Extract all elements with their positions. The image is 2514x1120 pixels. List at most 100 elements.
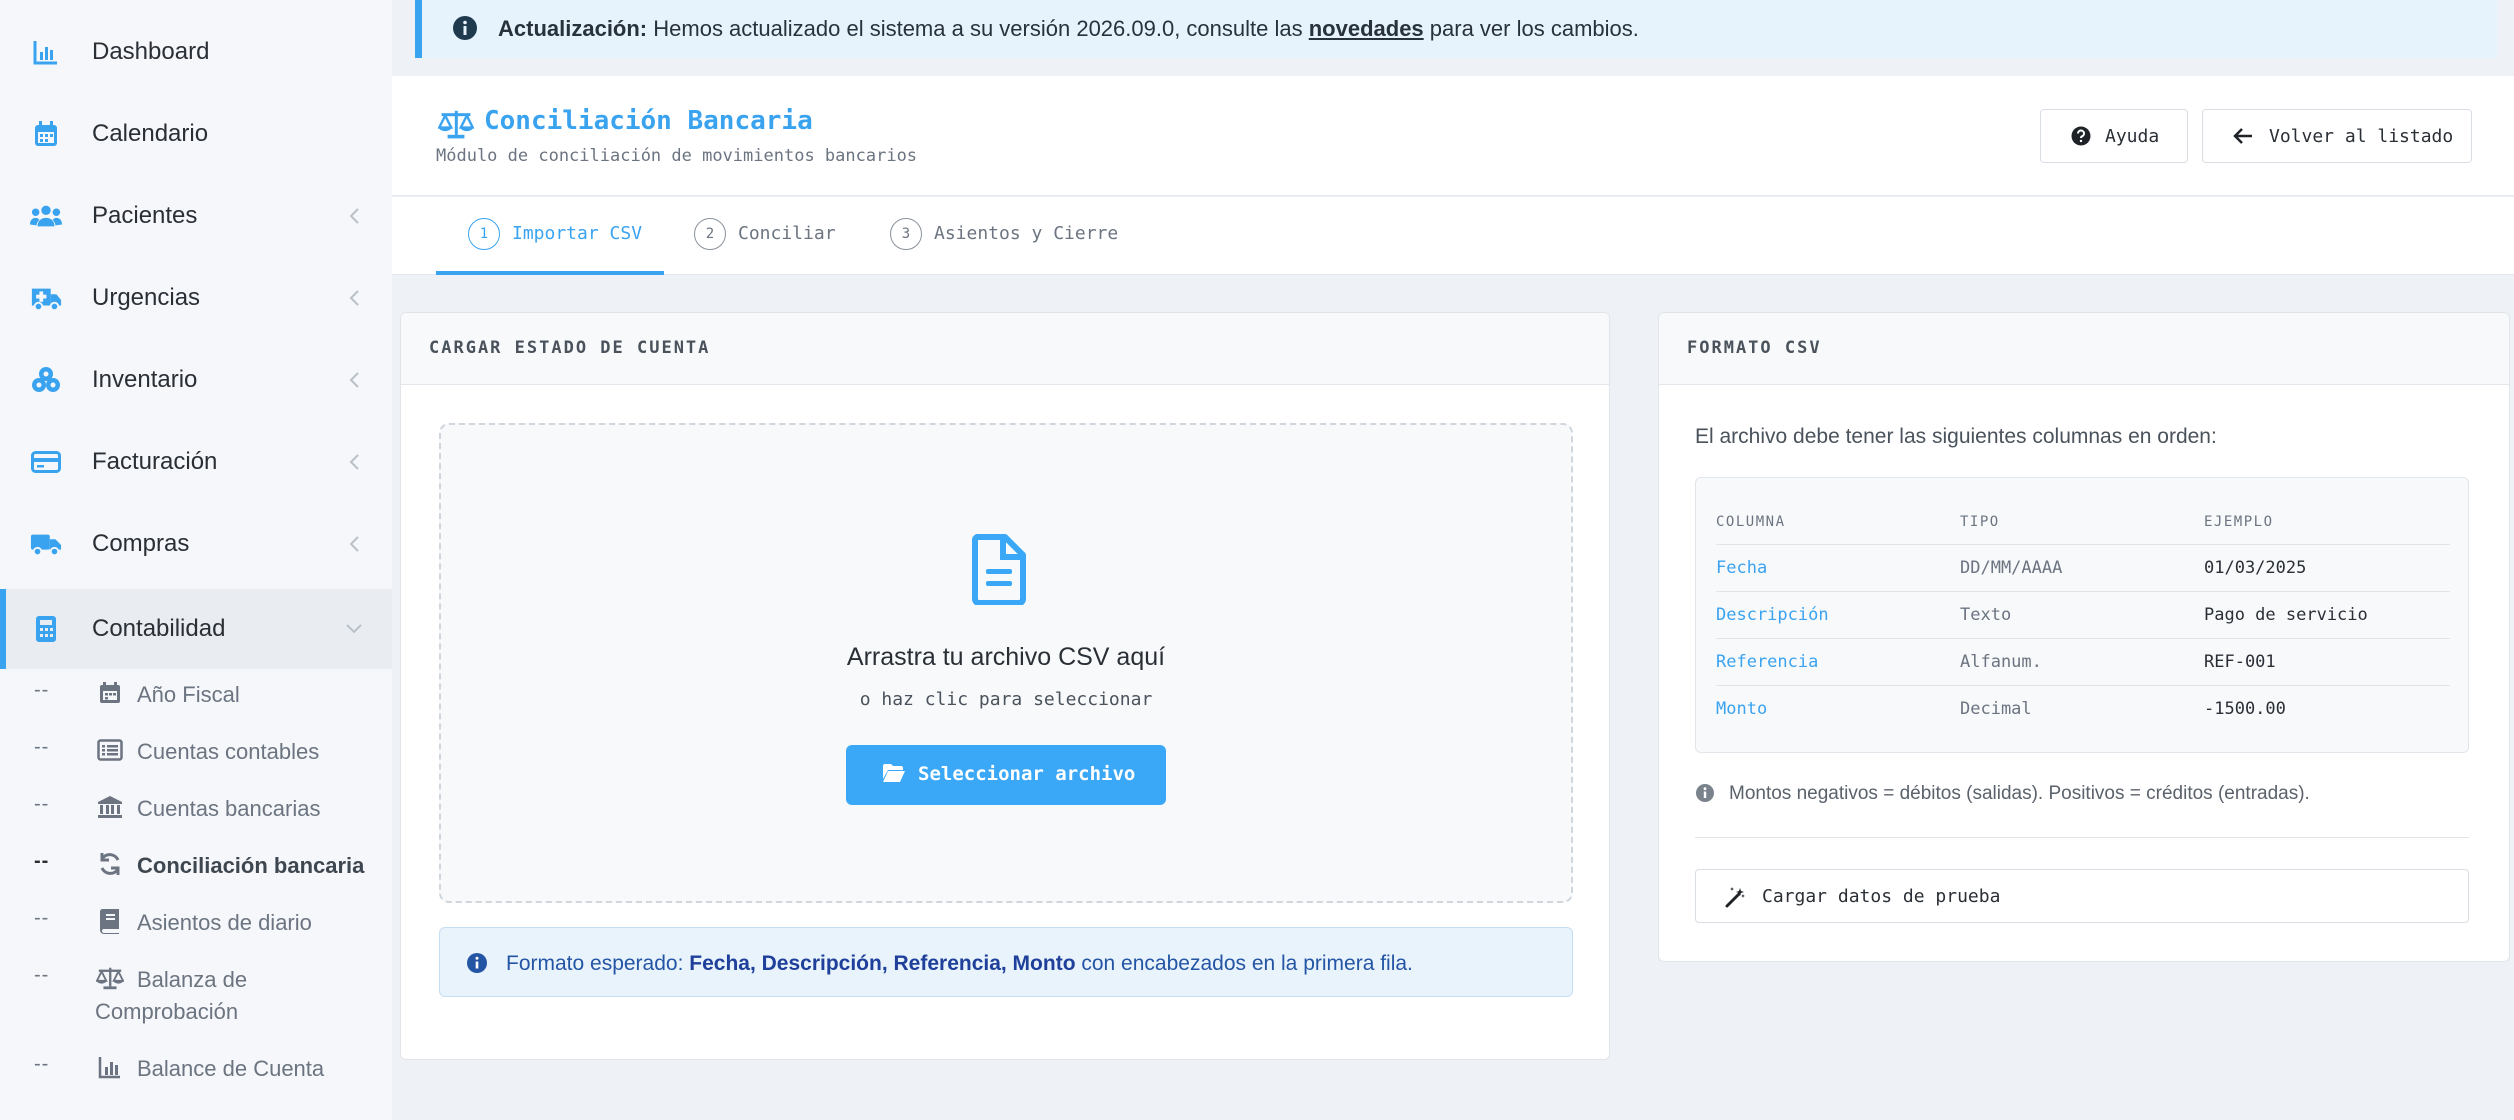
- tab-label: Asientos y Cierre: [934, 223, 1119, 244]
- question-circle-icon: [2069, 124, 2093, 148]
- tab-conciliar[interactable]: 2 Conciliar: [694, 197, 854, 275]
- sidebar-item-facturacion[interactable]: Facturación: [0, 421, 392, 503]
- tab-label: Importar CSV: [512, 223, 643, 244]
- sidebar-item-compras[interactable]: Compras: [0, 503, 392, 585]
- sidebar-item-label: Urgencias: [92, 284, 201, 311]
- balance-scale-icon: [96, 964, 124, 992]
- sidebar-subitem-label: Conciliación bancaria: [137, 853, 365, 878]
- cell-ejemplo: 01/03/2025: [2204, 558, 2307, 578]
- info-circle-icon: [1695, 783, 1715, 803]
- sidebar-subitem-prefix: --: [34, 679, 50, 701]
- book-icon: [96, 907, 124, 935]
- alert-text-before: Hemos actualizado el sistema a su versió…: [647, 16, 1309, 41]
- table-row: Fecha DD/MM/AAAA 01/03/2025: [1716, 544, 2450, 591]
- alert-text: Actualización: Hemos actualizado el sist…: [498, 16, 1639, 42]
- tab-label: Conciliar: [738, 223, 836, 244]
- cell-ejemplo: Pago de servicio: [2204, 605, 2368, 625]
- back-to-list-button[interactable]: Volver al listado: [2202, 109, 2472, 163]
- cell-ejemplo: REF-001: [2204, 652, 2276, 672]
- calendar-icon: [30, 118, 62, 150]
- active-tab-indicator: [436, 271, 664, 275]
- amounts-note: Montos negativos = débitos (salidas). Po…: [1695, 781, 2469, 811]
- sidebar-subitem-asientos-de-diario[interactable]: -- Asientos de diario: [0, 907, 392, 943]
- sidebar-subitem-label: Balanza de: [137, 967, 248, 992]
- sidebar-item-calendario[interactable]: Calendario: [0, 93, 392, 175]
- tab-asientos-y-cierre[interactable]: 3 Asientos y Cierre: [890, 197, 1130, 275]
- chevron-left-icon: [344, 206, 364, 226]
- sidebar-subitem-prefix: --: [34, 964, 50, 986]
- cell-columna: Fecha: [1716, 558, 1768, 578]
- sidebar-item-label: Dashboard: [92, 38, 210, 65]
- arrow-left-icon: [2231, 124, 2255, 148]
- dropzone-subtitle: o haz clic para seleccionar: [859, 689, 1153, 710]
- sidebar-subitem-label: Cuentas bancarias: [137, 796, 321, 821]
- info-circle-icon: [452, 15, 478, 41]
- sidebar-item-label: Compras: [92, 530, 190, 557]
- sidebar-item-pacientes[interactable]: Pacientes: [0, 175, 392, 257]
- sidebar-item-label: Facturación: [92, 448, 218, 475]
- amounts-note-text: Montos negativos = débitos (salidas). Po…: [1729, 783, 2310, 804]
- sidebar-subitem-prefix: --: [34, 850, 50, 872]
- truck-icon: [30, 528, 62, 560]
- update-alert: Actualización: Hemos actualizado el sist…: [415, 0, 2497, 58]
- cell-columna: Referencia: [1716, 652, 1819, 672]
- expected-format-text: Formato esperado: Fecha, Descripción, Re…: [506, 952, 1413, 976]
- sidebar-item-label: Inventario: [92, 366, 198, 393]
- alert-strong: Actualización:: [498, 16, 648, 41]
- sidebar-subitem-ano-fiscal[interactable]: -- Año Fiscal: [0, 679, 392, 715]
- users-icon: [30, 200, 62, 232]
- expected-format-info: Formato esperado: Fecha, Descripción, Re…: [439, 927, 1573, 997]
- cell-tipo: Alfanum.: [1960, 652, 2042, 672]
- cell-tipo: Texto: [1960, 605, 2012, 625]
- dropzone-title: Arrastra tu archivo CSV aquí: [846, 643, 1166, 671]
- sidebar-item-inventario[interactable]: Inventario: [0, 339, 392, 421]
- chevron-left-icon: [344, 452, 364, 472]
- sidebar-subitem-cuentas-contables[interactable]: -- Cuentas contables: [0, 736, 392, 772]
- sidebar-subitem-label: Cuentas contables: [137, 739, 320, 764]
- step-number: 2: [694, 218, 726, 250]
- sidebar-item-dashboard[interactable]: Dashboard: [0, 11, 392, 93]
- info-prefix: Formato esperado:: [506, 952, 690, 975]
- chart-bar-icon: [30, 36, 62, 68]
- page-subtitle: Módulo de conciliación de movimientos ba…: [436, 146, 918, 166]
- csv-format-card: FORMATO CSV El archivo debe tener las si…: [1658, 312, 2510, 962]
- sidebar-subitem-conciliacion-bancaria[interactable]: -- Conciliación bancaria: [0, 850, 392, 886]
- sidebar-item-urgencias[interactable]: Urgencias: [0, 257, 392, 339]
- chevron-left-icon: [344, 288, 364, 308]
- table-header-tipo: TIPO: [1960, 514, 2000, 530]
- sidebar-subitem-prefix: --: [34, 793, 50, 815]
- sidebar-subitem-label: Balance de Cuenta: [137, 1056, 325, 1081]
- cell-tipo: Decimal: [1960, 699, 2032, 719]
- sidebar-subitem-balanza-de-comprobacion[interactable]: -- Balanza de Comprobación: [0, 964, 392, 1034]
- sidebar-subitem-label-line2: Comprobación: [95, 999, 239, 1024]
- select-file-button[interactable]: Seleccionar archivo: [846, 745, 1166, 805]
- chevron-left-icon: [344, 370, 364, 390]
- magic-wand-icon: [1724, 885, 1748, 909]
- info-circle-icon: [466, 952, 488, 974]
- alert-link-novedades[interactable]: novedades: [1309, 16, 1424, 41]
- card-title: FORMATO CSV: [1687, 338, 1822, 358]
- sidebar-subitem-prefix: --: [34, 736, 50, 758]
- card-title: CARGAR ESTADO DE CUENTA: [429, 338, 711, 358]
- table-row: Referencia Alfanum. REF-001: [1716, 638, 2450, 685]
- load-test-data-button[interactable]: Cargar datos de prueba: [1695, 869, 2469, 923]
- tab-importar-csv[interactable]: 1 Importar CSV: [468, 197, 668, 275]
- card-header: FORMATO CSV: [1659, 313, 2509, 385]
- chevron-down-icon: [344, 619, 364, 639]
- back-button-label: Volver al listado: [2269, 126, 2454, 147]
- table-header-columna: COLUMNA: [1716, 514, 1786, 530]
- sidebar-subitem-prefix: --: [34, 1053, 50, 1075]
- sidebar-item-contabilidad[interactable]: Contabilidad: [0, 589, 392, 669]
- sidebar-subitem-balance-de-cuenta[interactable]: -- Balance de Cuenta: [0, 1053, 392, 1089]
- file-alt-icon: [971, 533, 1041, 606]
- page-header: Conciliación Bancaria Módulo de concilia…: [392, 76, 2514, 196]
- csv-dropzone[interactable]: Arrastra tu archivo CSV aquí o haz clic …: [439, 423, 1573, 903]
- folder-open-icon: [882, 763, 906, 785]
- help-button-label: Ayuda: [2105, 126, 2160, 147]
- sidebar-subitem-cuentas-bancarias[interactable]: -- Cuentas bancarias: [0, 793, 392, 829]
- step-number: 3: [890, 218, 922, 250]
- cell-tipo: DD/MM/AAAA: [1960, 558, 2063, 578]
- help-button[interactable]: Ayuda: [2040, 109, 2188, 163]
- sidebar-subitem-label: Año Fiscal: [137, 682, 240, 707]
- chart-bar-icon: [96, 1053, 124, 1081]
